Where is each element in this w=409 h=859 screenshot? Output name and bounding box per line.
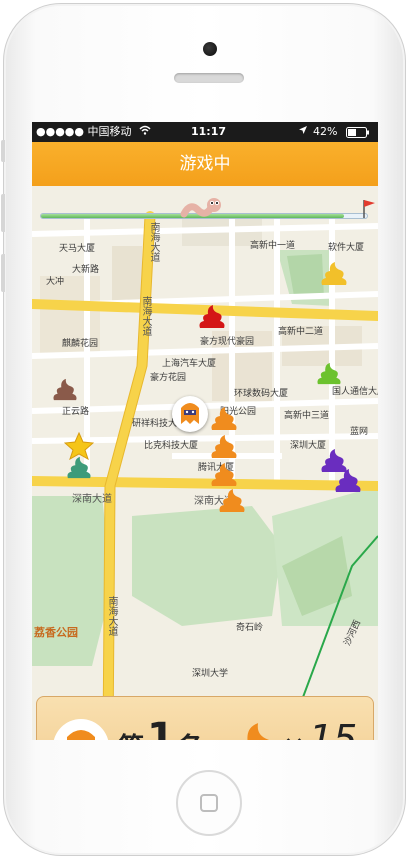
count-multiplier: ×: [283, 731, 305, 740]
camera-icon: [203, 42, 217, 56]
home-button[interactable]: [176, 770, 242, 836]
poop-icon[interactable]: [320, 261, 348, 287]
map-label: 比克科技大厦: [144, 441, 199, 451]
screen: ●●●●● 中国移动 11:17 42% 游戏中 天马大厦 大冲 大新路 高新中…: [32, 122, 378, 740]
poop-icon[interactable]: [198, 304, 226, 330]
location-arrow-icon: [298, 125, 308, 139]
map-label: 高新中三道: [284, 411, 330, 421]
map-label: 高新中一道: [250, 241, 296, 251]
map-label: 大冲: [46, 277, 65, 287]
rank-prefix: 第: [118, 727, 144, 740]
map-label: 深圳大学: [192, 669, 229, 679]
map-label: 麒麟花园: [62, 339, 99, 349]
player-marker[interactable]: [172, 396, 208, 432]
title-bar: 游戏中: [32, 142, 378, 186]
monster-avatar-icon: [67, 730, 95, 740]
battery-percent: 42%: [313, 125, 338, 138]
volume-down-button: [1, 254, 5, 292]
map-label: 大新路: [72, 265, 100, 275]
map-label: 豪方现代豪园: [200, 337, 255, 347]
silent-switch: [1, 140, 5, 162]
map-label: 环球数码大厦: [234, 389, 289, 399]
road-label: 南海大道: [106, 596, 117, 636]
map-label: 天马大厦: [59, 244, 96, 254]
carrier-label: ●●●●● 中国移动: [36, 125, 132, 138]
road-label: 南海大道: [148, 222, 159, 262]
wifi-icon: [139, 125, 151, 139]
volume-up-button: [1, 194, 5, 232]
map-label: 蓝网: [350, 427, 369, 437]
map-view[interactable]: 天马大厦 大冲 大新路 高新中一道 软件大厦 高新中二道 豪方现代豪园 麒麟花园…: [32, 186, 378, 740]
poop-icon[interactable]: [210, 434, 238, 460]
poop-icon[interactable]: [316, 362, 342, 386]
map-label: 豪方花园: [150, 373, 187, 383]
rank-panel: 第 1 名 × 15: [36, 696, 374, 740]
poop-icon[interactable]: [52, 378, 78, 402]
star-icon[interactable]: [64, 432, 94, 460]
map-label: 上海汽车大厦: [162, 359, 217, 369]
poop-icon[interactable]: [334, 468, 362, 494]
poop-icon[interactable]: [210, 462, 238, 488]
rank-position: 1: [147, 715, 175, 740]
map-label: 高新中二道: [278, 327, 324, 337]
map-label: 奇石岭: [236, 623, 264, 633]
monster-avatar-icon: [181, 403, 199, 424]
poop-icon: [247, 723, 270, 740]
map-label: 荔香公园: [34, 626, 78, 639]
avatar: [53, 719, 109, 740]
map-label: 软件大厦: [328, 243, 365, 253]
road-label: 深南大道: [72, 494, 112, 505]
status-bar: ●●●●● 中国移动 11:17 42%: [32, 122, 378, 142]
home-square-icon: [200, 794, 218, 812]
road-label: 南海大道: [140, 296, 151, 336]
battery-icon: [346, 127, 370, 142]
rank-suffix: 名: [177, 727, 203, 740]
clock: 11:17: [191, 125, 227, 138]
speaker-grille: [174, 73, 244, 83]
poop-count: 15: [309, 717, 358, 740]
poop-icon[interactable]: [218, 488, 246, 514]
poop-icon[interactable]: [210, 406, 238, 432]
map-label: 正云路: [62, 407, 90, 417]
page-title: 游戏中: [179, 154, 231, 174]
